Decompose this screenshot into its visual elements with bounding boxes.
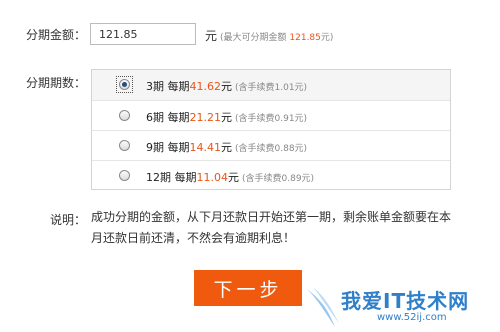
installment-option-9[interactable]: 9期 每期14.41元 (含手续费0.88元) — [92, 130, 450, 160]
radio-button[interactable] — [119, 170, 130, 181]
installment-option-12[interactable]: 12期 每期11.04元 (含手续费0.89元) — [92, 160, 450, 190]
installment-option-3[interactable]: 3期 每期41.62元 (含手续费1.01元) — [92, 70, 450, 100]
fee-note: (含手续费0.88元) — [235, 144, 308, 154]
per-period-amount: 11.04 — [196, 171, 229, 184]
option-text: 6期 每期21.21元 (含手续费0.91元) — [146, 111, 308, 124]
amount-input[interactable] — [90, 23, 196, 45]
fee-note: (含手续费0.91元) — [235, 114, 308, 124]
radio-button[interactable] — [119, 110, 130, 121]
fee-note: (含手续费0.89元) — [242, 174, 315, 184]
max-amount-value: 121.85 — [289, 33, 321, 43]
per-period-amount: 41.62 — [189, 80, 222, 93]
option-text: 9期 每期14.41元 (含手续费0.88元) — [146, 141, 308, 154]
option-text: 12期 每期11.04元 (含手续费0.89元) — [146, 171, 315, 184]
wing-logo-icon — [307, 287, 339, 327]
amount-unit: 元 — [205, 29, 218, 43]
per-period-amount: 21.21 — [189, 111, 222, 124]
note-label: 说明： — [50, 213, 87, 227]
watermark-title: 我爱IT技术网 — [341, 289, 470, 313]
radio-button[interactable] — [119, 140, 130, 151]
amount-label: 分期金额： — [26, 28, 87, 42]
option-text: 3期 每期41.62元 (含手续费1.01元) — [146, 80, 308, 93]
fee-note: (含手续费1.01元) — [235, 83, 308, 93]
per-period-amount: 14.41 — [189, 141, 222, 154]
installment-options: 3期 每期41.62元 (含手续费1.01元) 6期 每期21.21元 (含手续费0… — [91, 69, 451, 190]
installment-option-6[interactable]: 6期 每期21.21元 (含手续费0.91元) — [92, 100, 450, 130]
note-text: 成功分期的金额，从下月还款日开始还第一期，剩余账单金额要在本月还款日前还清，不然… — [91, 210, 452, 245]
max-amount-hint: (最大可分期金额 121.85元) — [220, 33, 334, 43]
radio-button[interactable] — [119, 79, 130, 90]
watermark-url: www.52ij.com — [377, 312, 447, 323]
term-label: 分期期数： — [26, 76, 87, 90]
next-step-button[interactable]: 下一步 — [194, 270, 302, 306]
watermark: 我爱IT技术网 www.52ij.com — [305, 283, 500, 332]
